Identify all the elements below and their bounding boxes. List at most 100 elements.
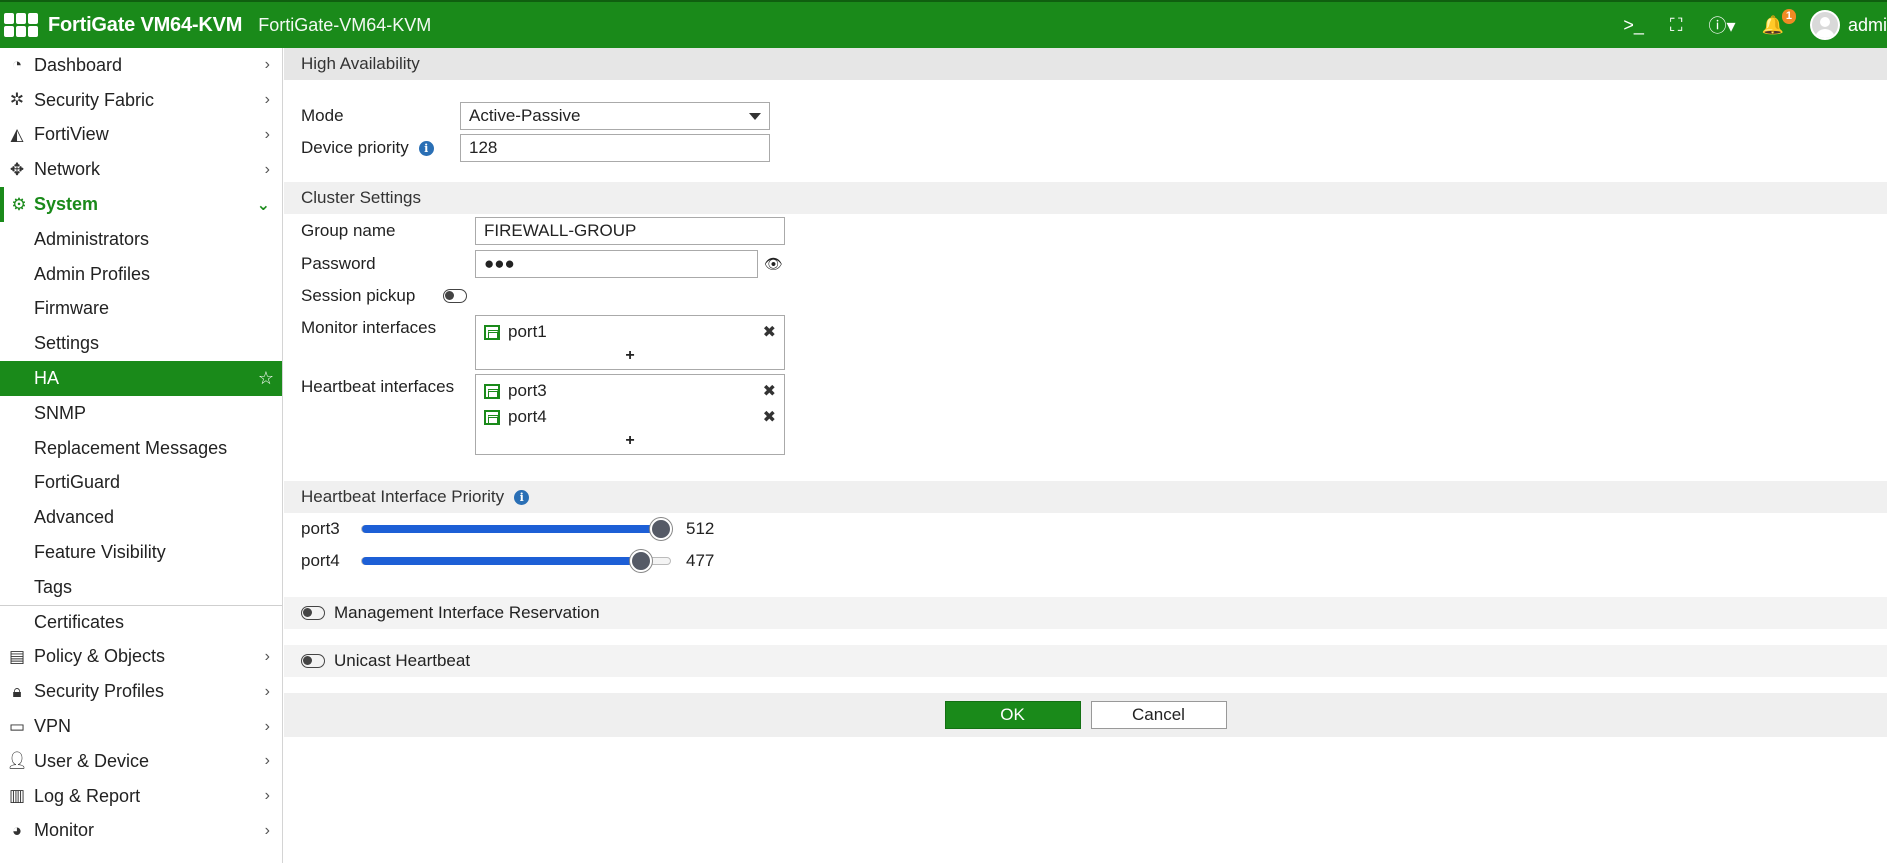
add-interface-button[interactable]: + <box>484 345 776 367</box>
monitor-interfaces-row: Monitor interfaces port1 ✖ + <box>284 312 1887 370</box>
move-icon: ✥ <box>9 159 25 179</box>
caret-down-icon <box>749 112 761 120</box>
policy-icon: ▤ <box>8 646 26 666</box>
session-pickup-label: Session pickup <box>301 286 416 305</box>
slider-port-name: port3 <box>301 519 340 538</box>
slider-port-name: port4 <box>301 551 340 570</box>
interface-item: port3 ✖ <box>484 378 776 404</box>
form-footer: OK Cancel <box>284 693 1887 737</box>
sidebar-item-network[interactable]: ✥ Network › <box>0 152 282 187</box>
avatar[interactable] <box>1809 10 1840 40</box>
remove-icon[interactable]: ✖ <box>763 407 776 427</box>
user-menu[interactable]: admi <box>1848 15 1887 36</box>
unicast-heartbeat-toggle[interactable] <box>301 654 325 668</box>
heartbeat-interfaces-row: Heartbeat interfaces port3 ✖ port4 ✖ + <box>284 370 1887 455</box>
fortinet-logo-icon <box>4 13 38 37</box>
star-icon[interactable]: ☆ <box>258 368 274 389</box>
product-name: FortiGate VM64-KVM <box>48 13 243 36</box>
eye-icon[interactable]: 👁︎ <box>764 255 783 273</box>
chevron-right-icon: › <box>264 717 270 735</box>
sidebar-item-label: HA <box>34 368 60 389</box>
interface-name: port1 <box>508 322 547 341</box>
add-interface-button[interactable]: + <box>484 430 776 452</box>
sidebar: ◔ Dashboard › ✲ Security Fabric › ◭ Fort… <box>0 48 283 863</box>
sidebar-item-security-fabric[interactable]: ✲ Security Fabric › <box>0 83 282 118</box>
password-row: Password ●●● 👁︎ <box>284 247 1887 280</box>
sidebar-item-fortiview[interactable]: ◭ FortiView › <box>0 118 282 153</box>
sidebar-item-system[interactable]: ⚙ System ⌄ <box>0 187 282 222</box>
cli-console-icon[interactable]: >_ <box>1623 15 1644 36</box>
sidebar-item-certificates[interactable]: Certificates <box>0 604 282 640</box>
top-bar: FortiGate VM64-KVM FortiGate-VM64-KVM >_… <box>0 0 1887 48</box>
group-name-input[interactable]: FIREWALL-GROUP <box>475 217 785 245</box>
ok-button[interactable]: OK <box>944 701 1081 729</box>
sidebar-item-settings[interactable]: Settings <box>0 326 282 361</box>
gear-icon: ⚙ <box>11 194 27 214</box>
mode-label: Mode <box>301 106 344 125</box>
sidebar-item-label: System <box>34 194 99 215</box>
slider-value: 512 <box>686 519 715 538</box>
hostname: FortiGate-VM64-KVM <box>258 14 432 35</box>
heartbeat-interfaces-box[interactable]: port3 ✖ port4 ✖ + <box>475 374 785 455</box>
sidebar-item-ha[interactable]: HA ☆ <box>0 361 282 396</box>
info-icon[interactable]: i <box>418 140 434 156</box>
priority-slider[interactable] <box>361 550 671 572</box>
chevron-right-icon: › <box>264 56 270 74</box>
user-icon: 👤︎ <box>6 751 28 771</box>
port-icon <box>484 409 500 425</box>
sidebar-item-user-device[interactable]: 👤︎ User & Device › <box>0 744 282 779</box>
sidebar-item-firmware[interactable]: Firmware <box>0 292 282 327</box>
sidebar-item-policy-objects[interactable]: ▤ Policy & Objects › <box>0 640 282 675</box>
slider-fill <box>362 525 661 533</box>
sidebar-item-advanced[interactable]: Advanced <box>0 500 282 535</box>
chevron-right-icon: › <box>264 91 270 109</box>
slider-handle[interactable] <box>650 518 672 540</box>
sidebar-item-administrators[interactable]: Administrators <box>0 222 282 257</box>
cancel-button[interactable]: Cancel <box>1090 701 1227 729</box>
sidebar-item-fortiguard[interactable]: FortiGuard <box>0 466 282 501</box>
sidebar-item-log-report[interactable]: ▥ Log & Report › <box>0 779 282 814</box>
sidebar-item-snmp[interactable]: SNMP <box>0 396 282 431</box>
page-title: High Availability <box>284 48 1887 80</box>
notifications-bell-icon[interactable]: 🔔 1 <box>1762 8 1796 36</box>
mode-value: Active-Passive <box>469 106 581 125</box>
sidebar-item-monitor[interactable]: ◕ Monitor › <box>0 814 282 849</box>
sidebar-item-replacement-messages[interactable]: Replacement Messages <box>0 431 282 466</box>
sidebar-item-admin-profiles[interactable]: Admin Profiles <box>0 257 282 292</box>
sidebar-item-label: Monitor <box>34 820 95 841</box>
unicast-heartbeat-row: Unicast Heartbeat <box>284 645 1887 677</box>
remove-icon[interactable]: ✖ <box>763 381 776 401</box>
chart-icon: ◭ <box>10 124 24 144</box>
sidebar-item-dashboard[interactable]: ◔ Dashboard › <box>0 48 282 83</box>
lock-icon: 🔒︎ <box>12 681 22 701</box>
remove-icon[interactable]: ✖ <box>763 322 776 342</box>
sidebar-item-feature-visibility[interactable]: Feature Visibility <box>0 535 282 570</box>
session-pickup-row: Session pickup <box>284 280 1887 312</box>
slider-value: 477 <box>686 551 715 570</box>
port-icon <box>484 324 500 340</box>
port-icon <box>484 383 500 399</box>
fabric-icon: ✲ <box>9 90 25 110</box>
priority-slider[interactable] <box>361 518 672 540</box>
slider-handle[interactable] <box>629 550 652 572</box>
management-interface-toggle[interactable] <box>301 606 325 620</box>
session-pickup-toggle[interactable] <box>443 289 467 303</box>
password-input[interactable]: ●●● <box>475 249 758 278</box>
chevron-right-icon: › <box>264 647 270 665</box>
info-icon[interactable]: i <box>514 489 530 505</box>
fullscreen-icon[interactable]: ⛶ <box>1670 15 1683 36</box>
help-icon[interactable]: ⓘ▾ <box>1709 12 1736 38</box>
cluster-settings-header: Cluster Settings <box>284 182 1887 214</box>
sidebar-item-security-profiles[interactable]: 🔒︎ Security Profiles › <box>0 674 282 709</box>
sidebar-item-vpn[interactable]: ▭ VPN › <box>0 709 282 744</box>
sidebar-item-label: Network <box>34 159 101 180</box>
chevron-right-icon: › <box>264 752 270 770</box>
sidebar-item-tags[interactable]: Tags <box>0 570 282 605</box>
priority-slider-row: port4 477 <box>284 545 1887 577</box>
device-priority-input[interactable]: 128 <box>460 134 770 162</box>
monitor-interfaces-box[interactable]: port1 ✖ + <box>475 315 785 370</box>
sidebar-item-label: VPN <box>34 716 72 737</box>
mode-select[interactable]: Active-Passive <box>460 102 770 130</box>
priority-label: Device priority <box>301 138 409 157</box>
slider-fill <box>362 557 641 565</box>
